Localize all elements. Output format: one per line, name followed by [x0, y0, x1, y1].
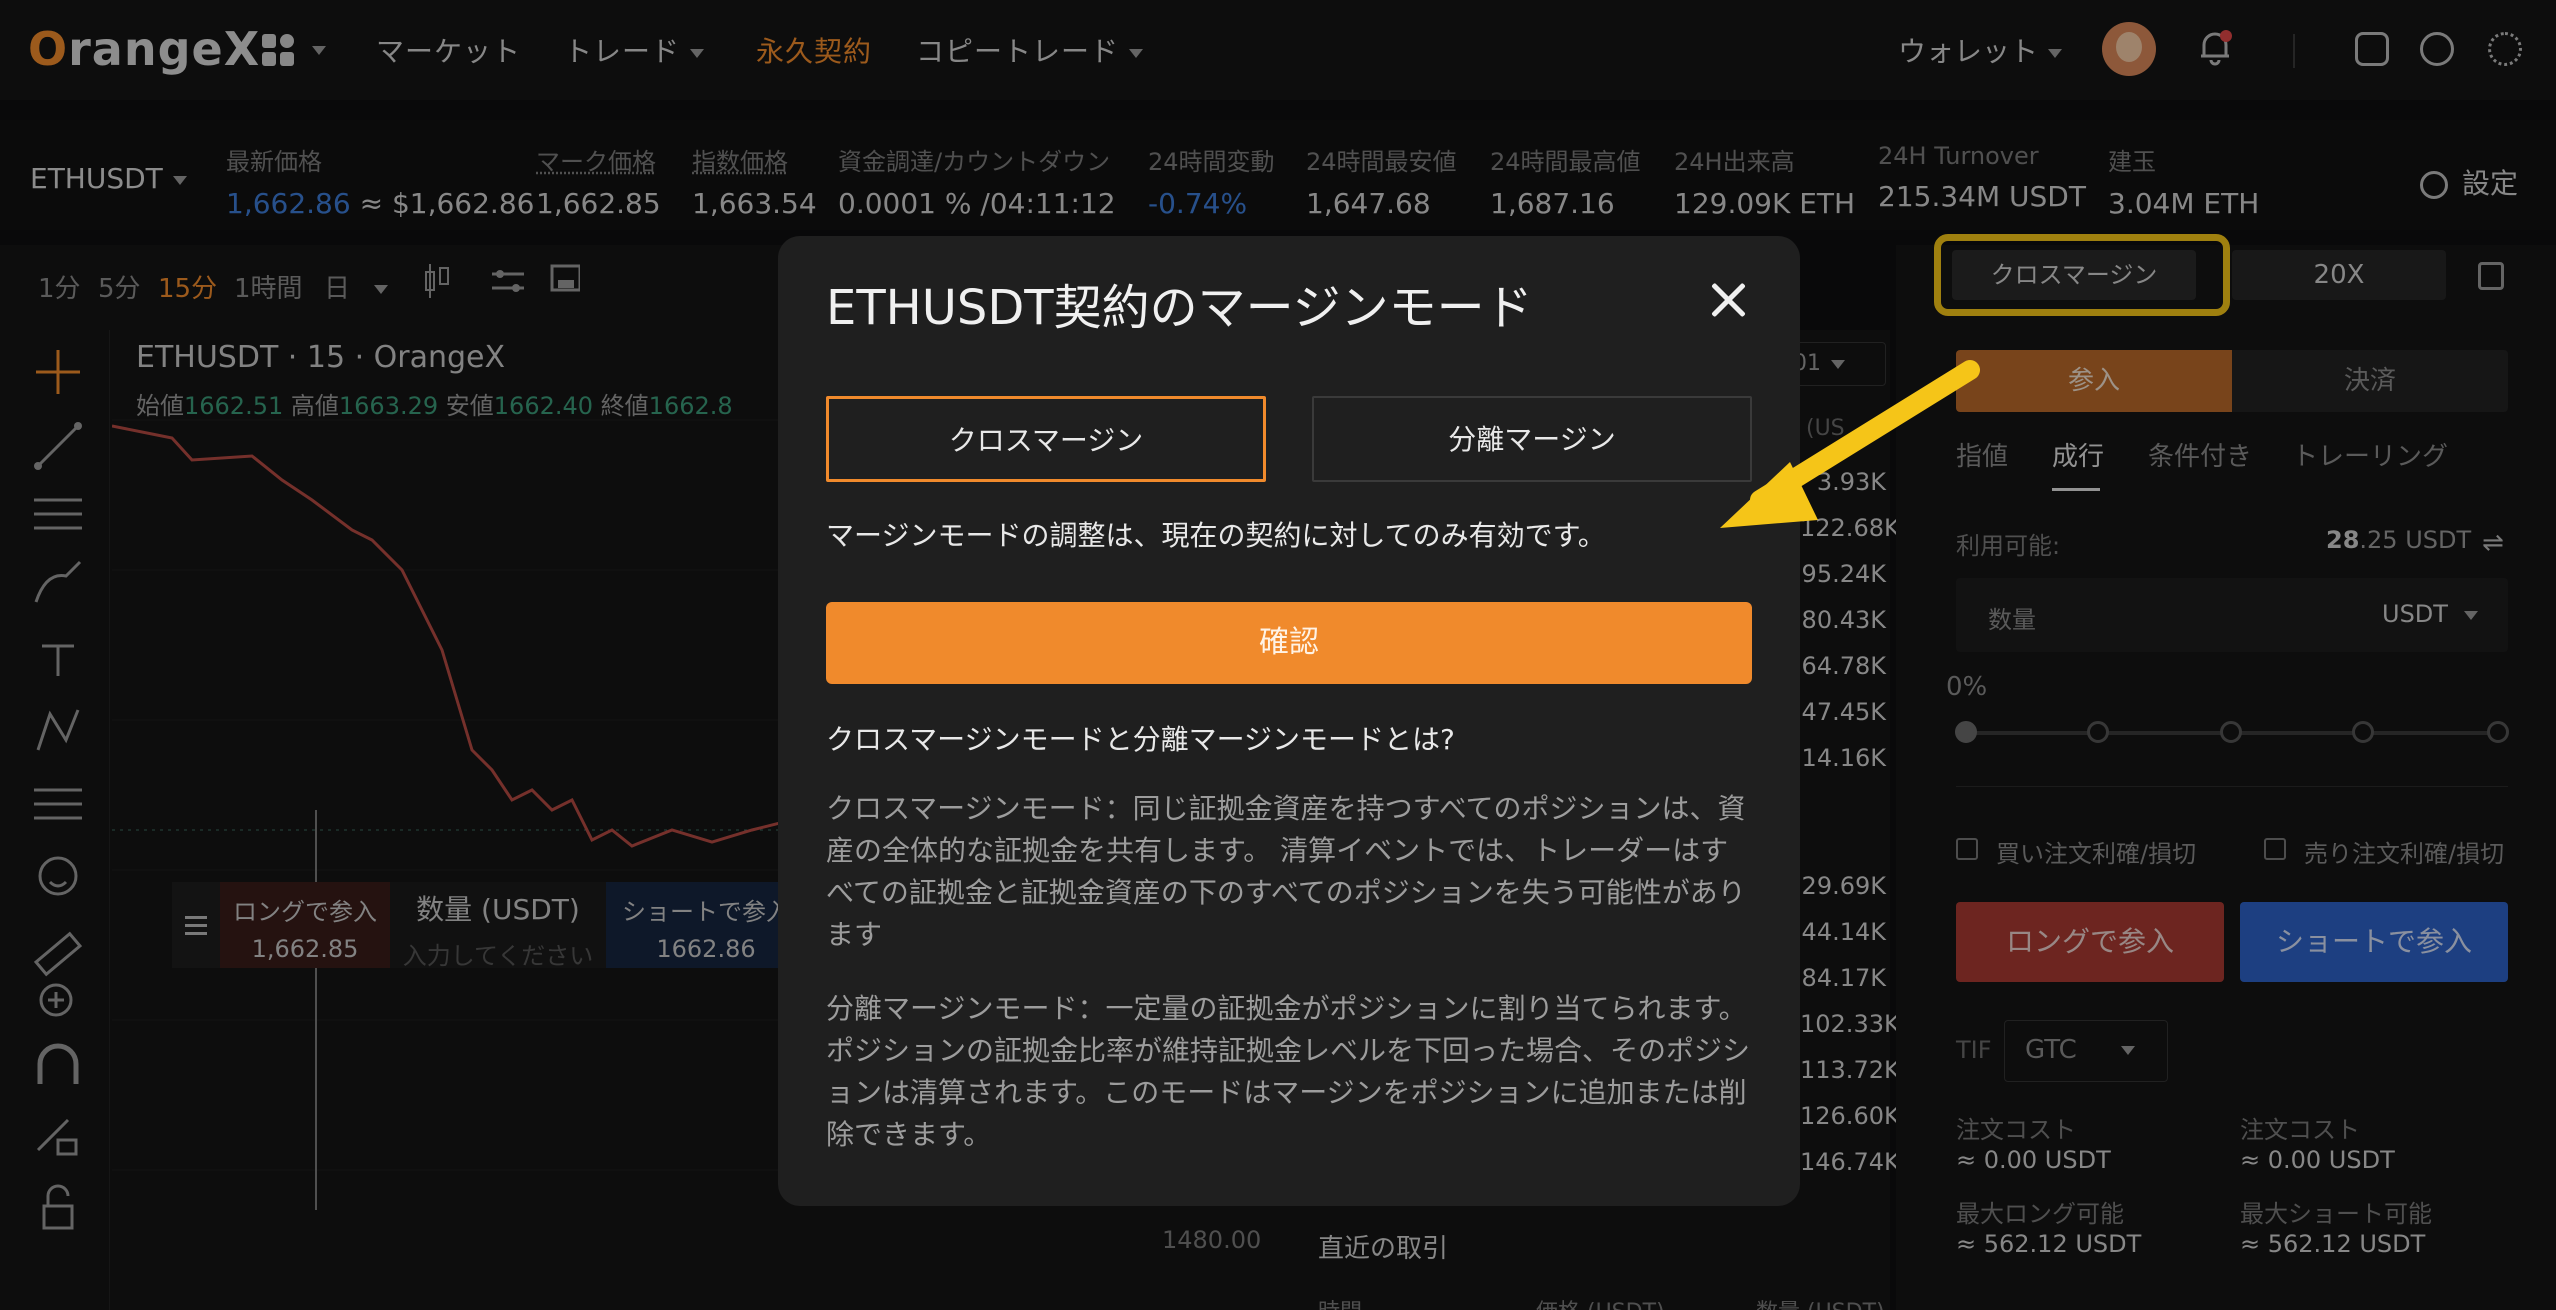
- dialog-note: マージンモードの調整は、現在の契約に対してのみ有効です。: [826, 514, 1606, 554]
- dialog-question: クロスマージンモードと分離マージンモードとは?: [826, 718, 1455, 758]
- cross-margin-description: クロスマージンモード：同じ証拠金資産を持つすべてのポジションは、資 産の全体的な…: [826, 788, 1756, 956]
- close-icon[interactable]: [1706, 278, 1750, 322]
- dialog-title: ETHUSDT契約のマージンモード: [826, 268, 1533, 338]
- confirm-button[interactable]: 確認: [826, 602, 1752, 684]
- isolated-margin-option[interactable]: 分離マージン: [1312, 396, 1752, 482]
- isolated-margin-description: 分離マージンモード：一定量の証拠金がポジションに割り当てられます。 ポジションの…: [826, 988, 1756, 1156]
- cross-margin-option[interactable]: クロスマージン: [826, 396, 1266, 482]
